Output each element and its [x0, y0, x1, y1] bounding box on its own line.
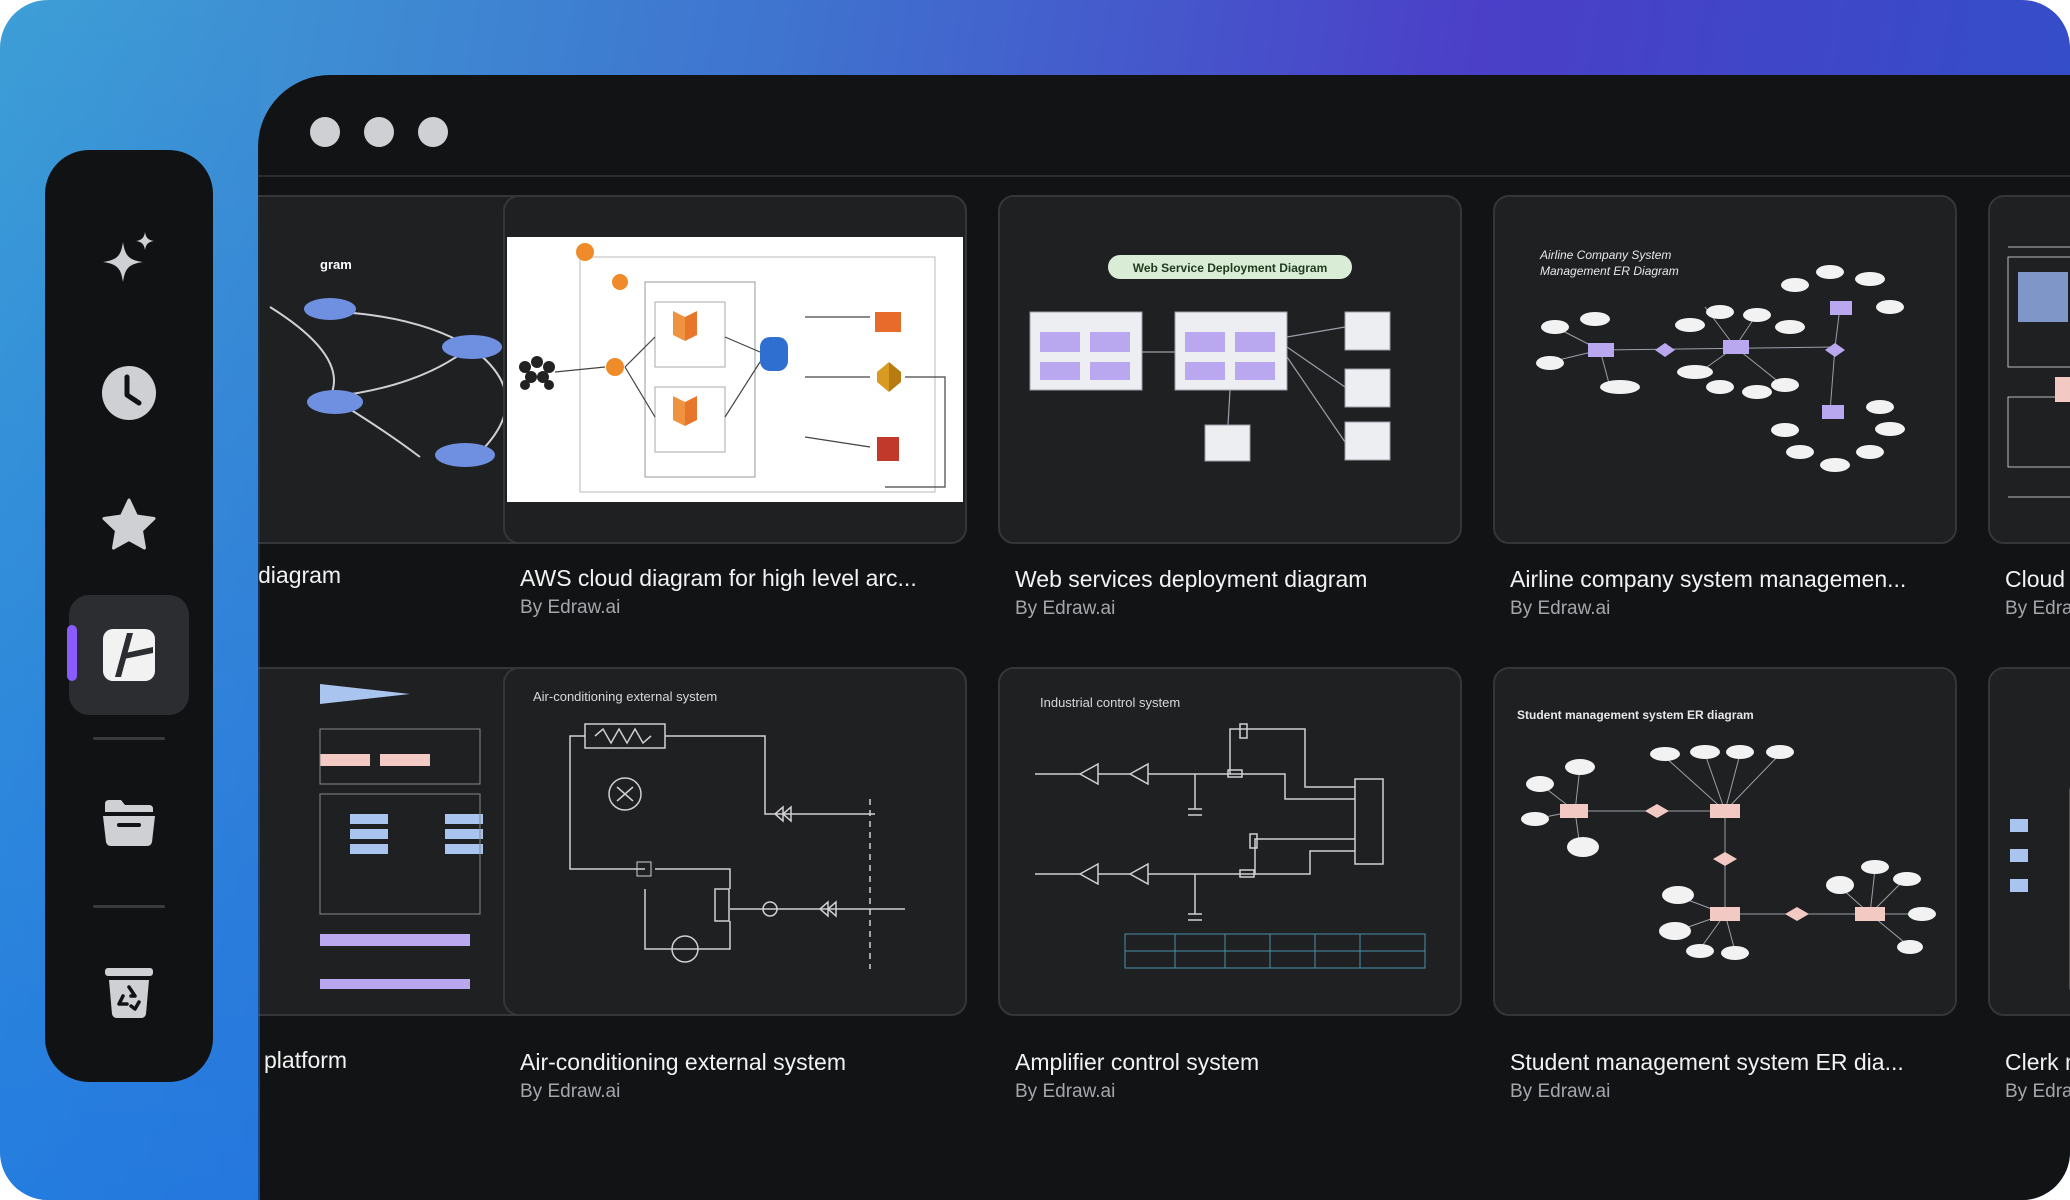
- sidebar-divider: [93, 737, 165, 740]
- template-card[interactable]: [1988, 667, 2070, 1016]
- sidebar-item-templates[interactable]: [67, 595, 189, 715]
- template-card[interactable]: Student management system ER diagram: [1493, 667, 1957, 1016]
- template-thumbnail: Web Service Deployment Diagram: [1029, 255, 1391, 462]
- sidebar-item-files[interactable]: [69, 762, 189, 882]
- sidebar: [45, 150, 213, 1082]
- sidebar-item-ai[interactable]: [69, 200, 189, 320]
- ai-sparkle-icon: [103, 232, 154, 282]
- templates-icon: [103, 629, 155, 681]
- active-indicator: [67, 625, 77, 681]
- svg-text:Web Service Deployment Diagram: Web Service Deployment Diagram: [1133, 261, 1328, 275]
- template-thumbnail: [2010, 788, 2070, 990]
- star-icon: [102, 498, 156, 550]
- svg-text:Industrial control system: Industrial control system: [1040, 695, 1180, 710]
- card-title: diagram: [258, 562, 342, 588]
- template-thumbnail: Industrial control system: [1035, 695, 1426, 969]
- card-author: By Edraw.ai: [1015, 598, 1116, 619]
- card-title: Air-conditioning external system: [520, 1049, 846, 1075]
- template-thumbnail: Student management system ER diagram: [1517, 708, 1936, 960]
- svg-text:Air-conditioning external syst: Air-conditioning external system: [533, 689, 717, 704]
- app-frame: gram diagram AWS cloud diagram for high …: [0, 0, 2070, 1200]
- sidebar-item-recent[interactable]: [69, 333, 189, 453]
- template-card[interactable]: Air-conditioning external system: [503, 667, 967, 1016]
- title-bar: [258, 75, 2070, 177]
- card-title: Amplifier control system: [1015, 1049, 1260, 1075]
- card-title: AWS cloud diagram for high level arc...: [520, 565, 917, 591]
- clock-icon: [102, 366, 156, 420]
- card-author: By Edraw.ai: [1510, 1081, 1611, 1102]
- svg-text:gram: gram: [320, 257, 352, 272]
- template-card[interactable]: Web Service Deployment Diagram: [998, 195, 1462, 544]
- svg-text:Student management system ER d: Student management system ER diagram: [1517, 708, 1754, 722]
- card-author: By Edraw.ai: [1015, 1081, 1116, 1102]
- sidebar-item-favorites[interactable]: [69, 466, 189, 586]
- card-author: By Edra: [2005, 1081, 2070, 1102]
- card-title: Web services deployment diagram: [1015, 566, 1368, 592]
- templates-window: gram diagram AWS cloud diagram for high …: [258, 75, 2070, 1200]
- card-author: By Edraw.ai: [1510, 598, 1611, 619]
- sidebar-divider: [93, 905, 165, 908]
- template-card[interactable]: Industrial control system: [998, 667, 1462, 1016]
- card-author: By Edraw.ai: [520, 1081, 621, 1102]
- template-thumbnail: [507, 237, 963, 502]
- card-title: Cloud s: [2005, 566, 2070, 592]
- template-card[interactable]: [503, 195, 967, 544]
- window-minimize-button[interactable]: [364, 117, 394, 147]
- card-title: Airline company system managemen...: [1510, 566, 1907, 592]
- svg-text:Airline Company System: Airline Company System: [1539, 248, 1671, 262]
- card-author: By Edra: [2005, 598, 2070, 619]
- card-title: platform: [264, 1047, 348, 1073]
- template-thumbnail: Air-conditioning external system: [533, 689, 905, 969]
- sidebar-item-trash[interactable]: [69, 930, 189, 1050]
- folder-icon: [103, 800, 155, 846]
- window-maximize-button[interactable]: [418, 117, 448, 147]
- template-card[interactable]: Airline Company System Management ER Dia…: [1493, 195, 1957, 544]
- card-title: Student management system ER dia...: [1510, 1049, 1904, 1075]
- template-thumbnail: [2007, 246, 2070, 498]
- card-author: By Edraw.ai: [520, 597, 621, 618]
- card-title: Clerk m: [2005, 1049, 2070, 1075]
- window-close-button[interactable]: [310, 117, 340, 147]
- template-thumbnail: Airline Company System Management ER Dia…: [1536, 248, 1905, 472]
- svg-text:Management ER Diagram: Management ER Diagram: [1540, 264, 1679, 278]
- recycle-bin-icon: [105, 968, 153, 1018]
- template-card[interactable]: [1988, 195, 2070, 544]
